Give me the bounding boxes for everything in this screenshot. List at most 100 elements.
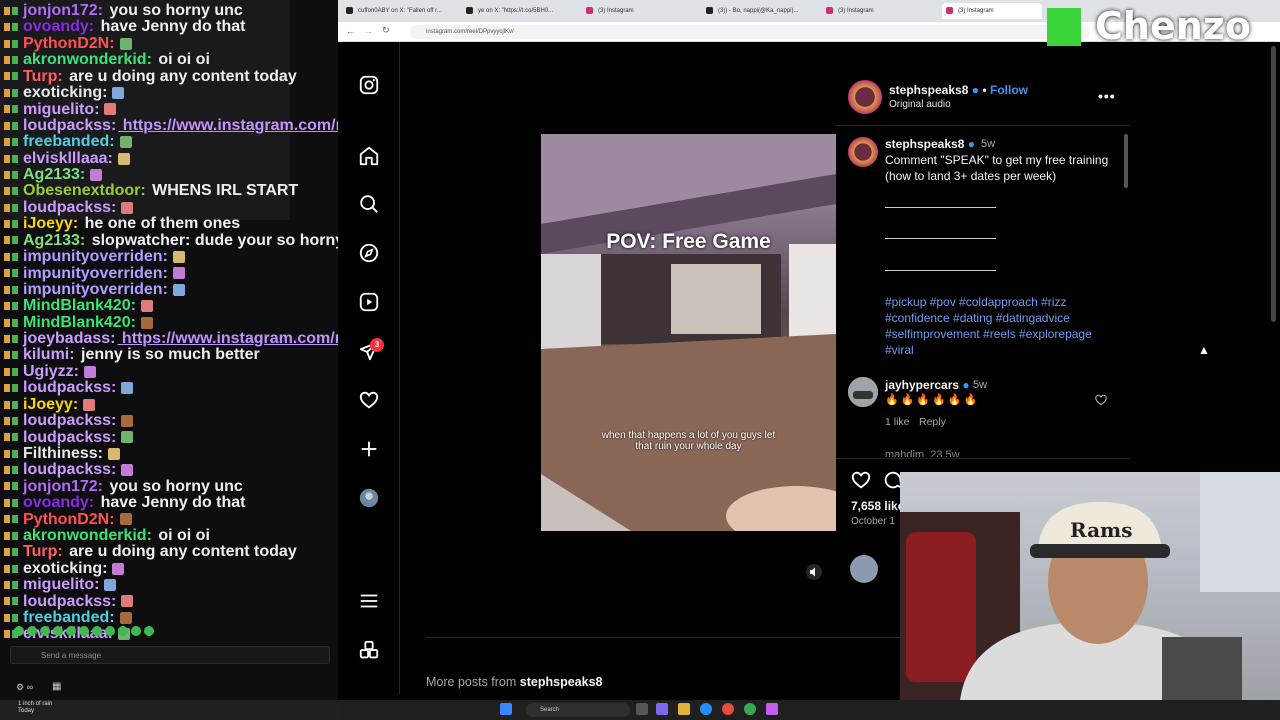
comment-likes[interactable]: 1 like [885,416,910,428]
app-icon-2[interactable] [766,703,778,715]
chat-username[interactable]: loudpackss: [23,199,116,216]
like-icon[interactable] [850,469,872,491]
chat-input[interactable]: Send a message [10,646,330,664]
notification-badge: 3 [370,338,384,352]
chat-username[interactable]: Ag2133: [23,166,85,183]
chat-username[interactable]: ovoandy: [23,18,94,35]
notifications-heart-icon[interactable] [358,389,380,411]
chat-username[interactable]: PythonD2N: [23,35,115,52]
more-posts-username[interactable]: stephspeaks8 [520,675,603,689]
tab-3[interactable]: (3) Instagram [582,3,700,19]
chat-username[interactable]: miguelito: [23,101,99,118]
start-icon[interactable] [500,703,512,715]
home-icon[interactable] [358,145,380,167]
comment-username[interactable]: jayhypercars ● [885,378,970,392]
chat-username[interactable]: akronwonderkid: [23,527,152,544]
author-avatar[interactable] [848,80,882,114]
chrome-icon[interactable] [722,703,734,715]
chat-username[interactable]: iJoeyy: [23,396,78,413]
video-frame[interactable]: POV: Free Game when that happens a lot o… [541,134,836,531]
chat-username[interactable]: loudpackss: [23,412,116,429]
file-explorer-icon[interactable] [678,703,690,715]
chat-username[interactable]: kilumi: [23,346,75,363]
tab-2[interactable]: ye on X: "https://t.co/5BH0... [462,3,580,19]
page-scrollbar[interactable] [1271,46,1276,322]
chat-badge-icon [4,39,20,48]
edge-icon[interactable] [700,703,712,715]
chat-username[interactable]: impunityoverriden: [23,281,168,298]
create-plus-icon[interactable] [358,438,380,460]
reply-button[interactable]: Reply [919,416,946,428]
caption-username[interactable]: stephspeaks8 ● [885,137,975,151]
chrome-icon-2[interactable] [744,703,756,715]
emote-picker-icon[interactable]: ▦ [52,681,61,692]
chat-username[interactable]: freebanded: [23,609,115,626]
chat-username[interactable]: impunityoverriden: [23,248,168,265]
chat-username[interactable]: akronwonderkid: [23,51,152,68]
chat-emote-icon [121,595,134,608]
chat-badge-icon [4,302,20,311]
caption-avatar[interactable] [848,137,878,167]
search-icon[interactable] [358,193,380,215]
url-field[interactable]: instagram.com/reel/DPpvyycjlKv/ [410,25,1090,39]
chat-username[interactable]: loudpackss: [23,429,116,446]
chat-username[interactable]: jonjon172: [23,478,103,495]
back-icon[interactable]: ← [346,26,355,36]
forward-icon[interactable]: → [364,26,373,36]
likes-count[interactable]: 7,658 like [851,499,904,513]
chat-username[interactable]: iJoeyy: [23,215,78,232]
chat-username[interactable]: joeybadass: [23,330,115,347]
chat-username[interactable]: freebanded: [23,133,115,150]
chat-username[interactable]: Ugiyzz: [23,363,79,380]
chat-username[interactable]: loudpackss: [23,117,116,134]
chat-username[interactable]: exoticking: [23,560,107,577]
reload-icon[interactable]: ↻ [382,25,390,36]
follow-button[interactable]: Follow [990,83,1028,97]
mute-icon[interactable] [806,564,822,580]
tab-5[interactable]: (3) Instagram [822,3,940,19]
profile-avatar[interactable] [358,487,380,509]
chat-username[interactable]: loudpackss: [23,593,116,610]
chat-username[interactable]: MindBlank420: [23,314,136,331]
chat-username[interactable]: PythonD2N: [23,511,115,528]
comments-scrollbar[interactable] [1124,134,1128,188]
chat-badge-icon [4,171,20,179]
menu-hamburger-icon[interactable] [358,590,380,612]
settings-icon[interactable]: ⚙ ∞ [16,682,33,693]
audio-label[interactable]: Original audio [889,99,951,110]
more-options-icon[interactable]: ••• [1098,88,1116,104]
chat-username[interactable]: impunityoverriden: [23,265,168,282]
chat-username[interactable]: Obesenextdoor: [23,182,146,199]
taskbar-search[interactable]: Search [526,703,630,717]
tab-4[interactable]: (3)) - Bo, nappi(@Ka_nappi)... [702,3,820,19]
chat-username[interactable]: Turp: [23,68,63,85]
chat-badge-icon [4,613,20,622]
tab-1[interactable]: cuffon0ABY on X: "Fallen off r... [342,3,460,19]
chat-username[interactable]: ovoandy: [23,494,94,511]
tab-6-active[interactable]: (3) Instagram [942,3,1042,19]
chat-username[interactable]: loudpackss: [23,379,116,396]
app-icon[interactable] [656,703,668,715]
reels-icon[interactable] [358,291,380,313]
caption-hashtags[interactable]: #pickup #pov #coldapproach #rizz #confid… [885,294,1111,358]
task-view-icon[interactable] [636,703,648,715]
chat-message: impunityoverriden: [4,265,185,282]
also-from-meta-icon[interactable] [358,640,380,662]
chat-username[interactable]: loudpackss: [23,461,116,478]
chat-username[interactable]: elvisklllaaa: [23,150,113,167]
chat-message: exoticking: [4,84,125,101]
comment-like-icon[interactable] [1094,393,1108,407]
chat-username[interactable]: Ag2133: [23,232,85,249]
instagram-logo-icon[interactable] [358,74,380,96]
comment-avatar[interactable] [848,377,878,407]
author-username[interactable]: stephspeaks8 ● • [889,83,987,97]
chat-username[interactable]: exoticking: [23,84,107,101]
chat-username[interactable]: miguelito: [23,576,99,593]
chat-username[interactable]: jonjon172: [23,2,103,19]
weather-widget[interactable]: 1 inch of rain Today [18,701,52,715]
chat-username[interactable]: Filthiness: [23,445,103,462]
chat-username[interactable]: MindBlank420: [23,297,136,314]
explore-icon[interactable] [358,242,380,264]
chat-username[interactable]: Turp: [23,543,63,560]
instagram-sidebar: 3 [338,42,400,694]
